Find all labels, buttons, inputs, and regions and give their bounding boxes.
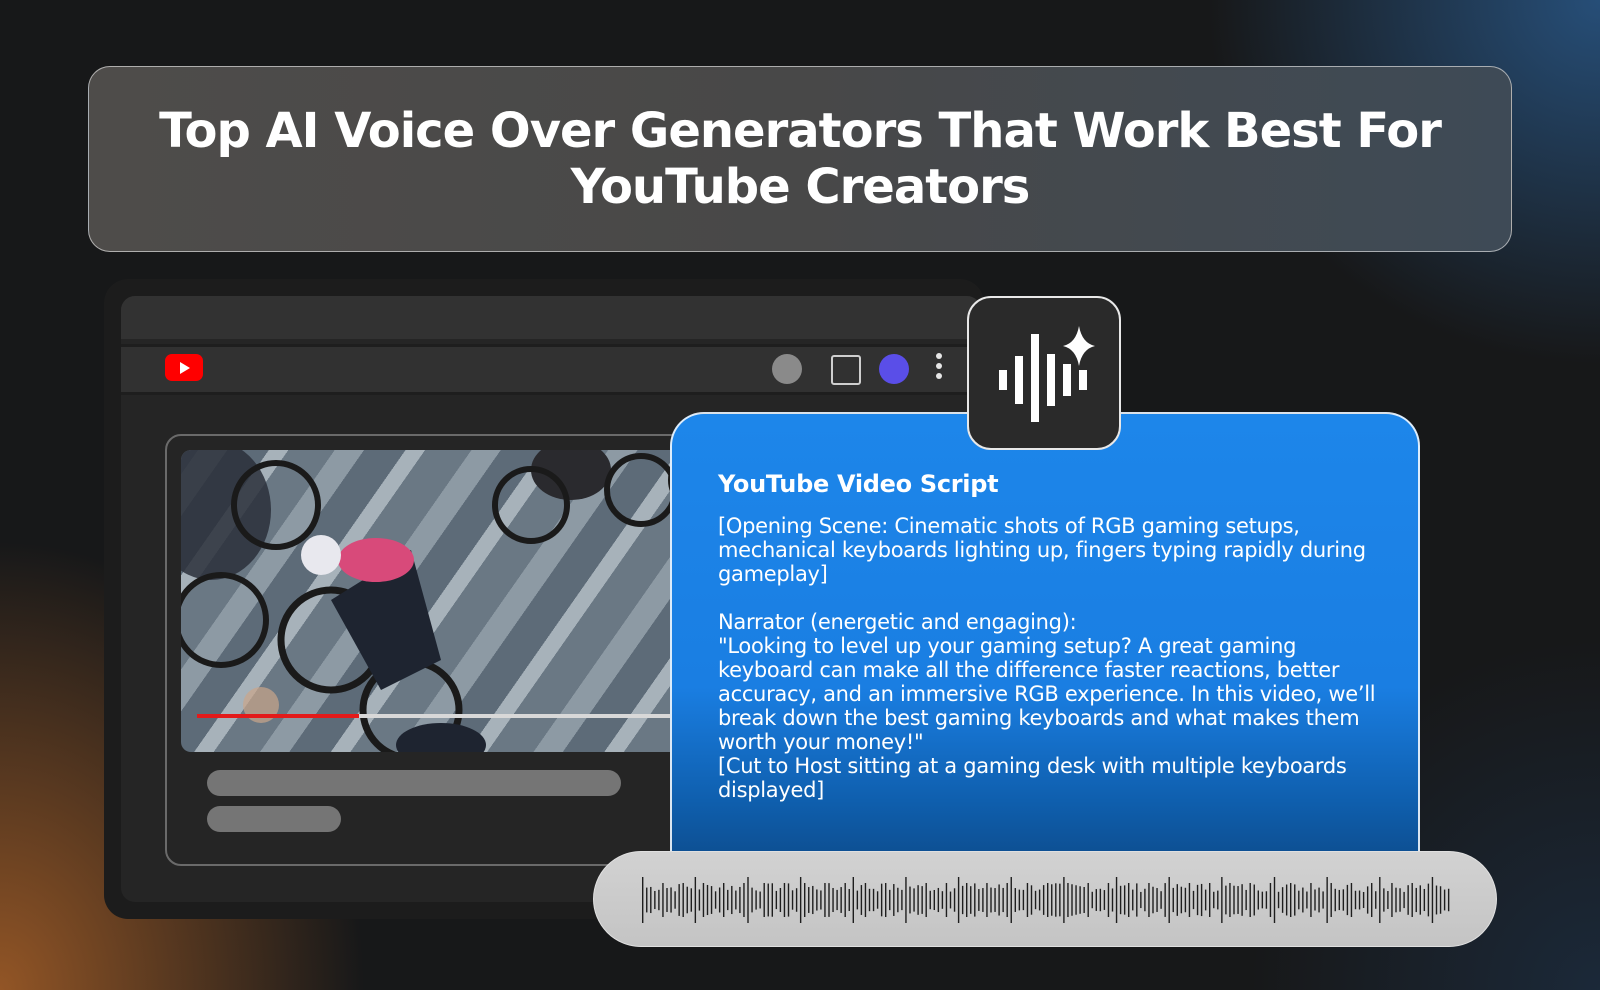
profile-circle-icon[interactable] xyxy=(772,354,802,384)
script-narration: "Looking to level up your gaming setup? … xyxy=(718,634,1376,754)
video-meta-placeholder xyxy=(207,806,341,832)
title-banner: Top AI Voice Over Generators That Work B… xyxy=(88,66,1512,252)
script-title: YouTube Video Script xyxy=(718,470,999,498)
video-progress-fill xyxy=(197,714,360,718)
video-card xyxy=(165,434,745,866)
script-cut: [Cut to Host sitting at a gaming desk wi… xyxy=(718,754,1347,802)
video-thumbnail-cyclists xyxy=(181,450,734,752)
kebab-menu-icon[interactable] xyxy=(936,353,942,385)
avatar-circle-icon[interactable] xyxy=(879,354,909,384)
page-title: Top AI Voice Over Generators That Work B… xyxy=(159,103,1442,215)
audio-waveform-icon xyxy=(642,877,1450,923)
youtube-logo-icon[interactable] xyxy=(165,354,203,381)
script-opening: [Opening Scene: Cinematic shots of RGB g… xyxy=(718,514,1366,586)
square-icon[interactable] xyxy=(831,355,861,385)
video-player[interactable] xyxy=(181,450,741,752)
script-narrator-label: Narrator (energetic and engaging): xyxy=(718,610,1077,634)
audio-player-pill[interactable] xyxy=(593,851,1497,947)
browser-tab-bar xyxy=(121,296,981,339)
video-progress-track[interactable] xyxy=(197,714,741,718)
ai-voice-sparkle-icon xyxy=(999,326,1095,422)
script-card: YouTube Video Script [Opening Scene: Cin… xyxy=(670,412,1420,912)
script-body: [Opening Scene: Cinematic shots of RGB g… xyxy=(718,514,1378,802)
ai-voice-badge xyxy=(967,296,1121,450)
video-title-placeholder xyxy=(207,770,621,796)
